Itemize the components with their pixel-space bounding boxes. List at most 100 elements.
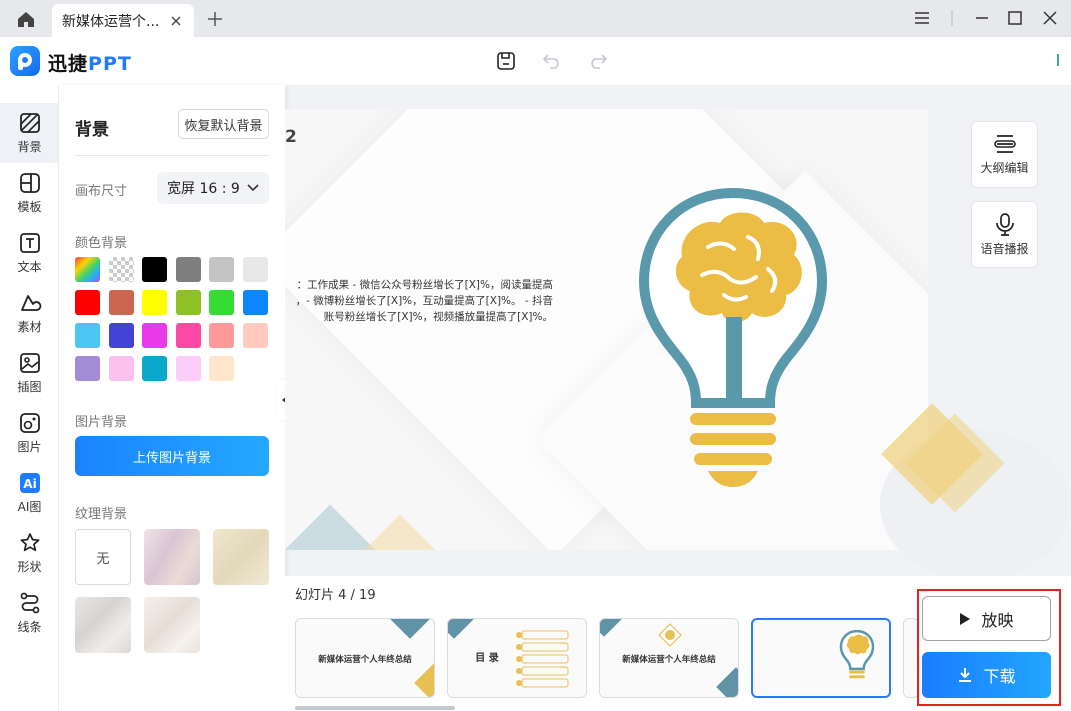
color-swatch[interactable] xyxy=(142,356,168,381)
thumb-title: 新媒体运营个人年终总结 xyxy=(318,655,412,665)
brand-suffix: PPT xyxy=(88,53,132,75)
slide-body-text[interactable]: ：工作成果 - 微信公众号粉丝增长了[X]%，阅读量提高 ，- 微博粉丝增长了[… xyxy=(285,277,553,325)
sidebar-item-line[interactable]: 线条 xyxy=(0,583,59,643)
slide-number-text[interactable]: 2 xyxy=(285,127,297,147)
app-header: 迅捷PPT xyxy=(0,37,1071,85)
tool-sidebar: 背景 模板 文本 素材 插图 图片 Ai AI图 形状 线条 xyxy=(0,85,59,711)
slide-decoration xyxy=(285,504,380,550)
texture-background-label: 纹理背景 xyxy=(75,507,128,522)
close-window-icon[interactable] xyxy=(1038,7,1062,29)
sidebar-item-image[interactable]: 图片 xyxy=(0,403,59,463)
thumb-decoration xyxy=(390,619,430,639)
document-tab-label: 新媒体运营个... xyxy=(62,13,160,30)
background-icon xyxy=(19,113,40,133)
download-button[interactable]: 下载 xyxy=(922,652,1051,698)
sidebar-item-material[interactable]: 素材 xyxy=(0,283,59,343)
sidebar-item-template[interactable]: 模板 xyxy=(0,163,59,223)
texture-option-1[interactable] xyxy=(144,529,200,585)
color-swatch[interactable] xyxy=(175,356,201,381)
texture-none-option[interactable]: 无 xyxy=(75,529,131,585)
new-tab-icon[interactable] xyxy=(204,8,226,30)
sidebar-item-illustration[interactable]: 插图 xyxy=(0,343,59,403)
color-swatch[interactable] xyxy=(175,290,201,315)
canvas-size-select[interactable]: 宽屏 16 : 9 xyxy=(157,172,269,204)
separator-icon xyxy=(940,7,964,29)
chevron-down-icon xyxy=(247,184,259,192)
outline-icon xyxy=(993,135,1016,153)
color-swatch[interactable] xyxy=(108,323,134,348)
color-swatch[interactable] xyxy=(209,257,235,282)
texture-option-4[interactable] xyxy=(144,597,200,653)
close-tab-icon[interactable] xyxy=(168,13,184,29)
voice-broadcast-button[interactable]: 语音播报 xyxy=(971,201,1038,268)
voice-broadcast-label: 语音播报 xyxy=(980,242,1029,256)
sidebar-item-label: 线条 xyxy=(17,620,42,634)
color-swatch[interactable] xyxy=(175,257,201,282)
color-swatch[interactable] xyxy=(142,290,168,315)
svg-text:Ai: Ai xyxy=(23,477,36,491)
sidebar-item-label: 插图 xyxy=(17,380,42,394)
app-logo xyxy=(10,46,40,76)
minimize-icon[interactable] xyxy=(970,7,994,29)
upload-image-background-button[interactable]: 上传图片背景 xyxy=(75,436,269,476)
line-icon xyxy=(20,592,39,614)
slide-text-line: 账号粉丝增长了[X]%，视频播放量提高了[X]%。 xyxy=(323,311,553,323)
color-swatch[interactable] xyxy=(209,356,235,381)
outline-edit-label: 大纲编辑 xyxy=(980,161,1029,175)
lightbulb-brain-icon[interactable] xyxy=(638,187,828,487)
color-swatch[interactable] xyxy=(142,323,168,348)
maximize-icon[interactable] xyxy=(1003,7,1027,29)
redo-icon[interactable] xyxy=(586,49,610,73)
ai-image-icon: Ai xyxy=(19,473,40,493)
play-button[interactable]: 放映 xyxy=(922,596,1051,641)
color-swatch[interactable] xyxy=(108,257,134,282)
brand-prefix: 迅捷 xyxy=(48,53,89,75)
outline-edit-button[interactable]: 大纲编辑 xyxy=(971,121,1038,188)
color-swatch[interactable] xyxy=(75,356,100,381)
sidebar-item-ai-image[interactable]: Ai AI图 xyxy=(0,463,59,523)
illustration-icon xyxy=(19,353,40,373)
color-swatch[interactable] xyxy=(75,323,100,348)
thumb-decoration xyxy=(716,667,738,697)
color-swatch[interactable] xyxy=(175,323,201,348)
menu-icon[interactable] xyxy=(910,7,934,29)
slide-canvas[interactable]: 2 ：工作成果 - 微信公众号粉丝增长了[X]%，阅读量提高 ，- 微博粉丝增长… xyxy=(285,109,928,550)
template-icon xyxy=(19,173,40,193)
color-swatch[interactable] xyxy=(209,290,235,315)
image-icon xyxy=(19,413,40,433)
slide-thumbnail-1[interactable]: 新媒体运营个人年终总结 xyxy=(295,618,435,698)
texture-option-2[interactable] xyxy=(213,529,269,585)
slide-thumbnail-4[interactable] xyxy=(751,618,891,698)
home-icon[interactable] xyxy=(14,8,38,30)
microphone-icon xyxy=(995,213,1014,236)
strip-scrollbar[interactable] xyxy=(295,706,455,710)
color-swatch[interactable] xyxy=(243,257,268,282)
color-swatch[interactable] xyxy=(243,290,268,315)
color-swatch[interactable] xyxy=(108,290,134,315)
slide-thumbnail-3[interactable]: 新媒体运营个人年终总结 xyxy=(599,618,739,698)
color-swatch[interactable] xyxy=(209,323,235,348)
panel-title: 背景 xyxy=(75,120,109,140)
sidebar-item-label: 图片 xyxy=(17,440,42,454)
color-swatch[interactable] xyxy=(75,257,100,282)
color-swatch[interactable] xyxy=(75,290,100,315)
undo-icon[interactable] xyxy=(540,49,564,73)
color-swatch[interactable] xyxy=(108,356,134,381)
sidebar-item-text[interactable]: 文本 xyxy=(0,223,59,283)
reset-background-button[interactable]: 恢复默认背景 xyxy=(178,109,269,139)
document-tab[interactable]: 新媒体运营个... xyxy=(52,4,194,37)
text-icon xyxy=(19,233,40,253)
slide-thumbnail-2[interactable]: 目 录 xyxy=(447,618,587,698)
slide-text-line: ，- 微博粉丝增长了[X]%，互动量提高了[X]%。 - 抖音 xyxy=(295,295,553,307)
sidebar-item-shape[interactable]: 形状 xyxy=(0,523,59,583)
sidebar-item-label: 文本 xyxy=(17,260,42,274)
color-swatch[interactable] xyxy=(243,323,268,348)
material-icon xyxy=(20,295,41,311)
slide-text-line: ：工作成果 - 微信公众号粉丝增长了[X]%，阅读量提高 xyxy=(296,279,553,291)
texture-option-3[interactable] xyxy=(75,597,131,653)
sidebar-item-background[interactable]: 背景 xyxy=(0,103,59,163)
save-icon[interactable] xyxy=(494,49,518,73)
color-swatch[interactable] xyxy=(142,257,168,282)
sidebar-item-label: AI图 xyxy=(17,500,42,514)
toc-list-graphic xyxy=(516,630,569,688)
